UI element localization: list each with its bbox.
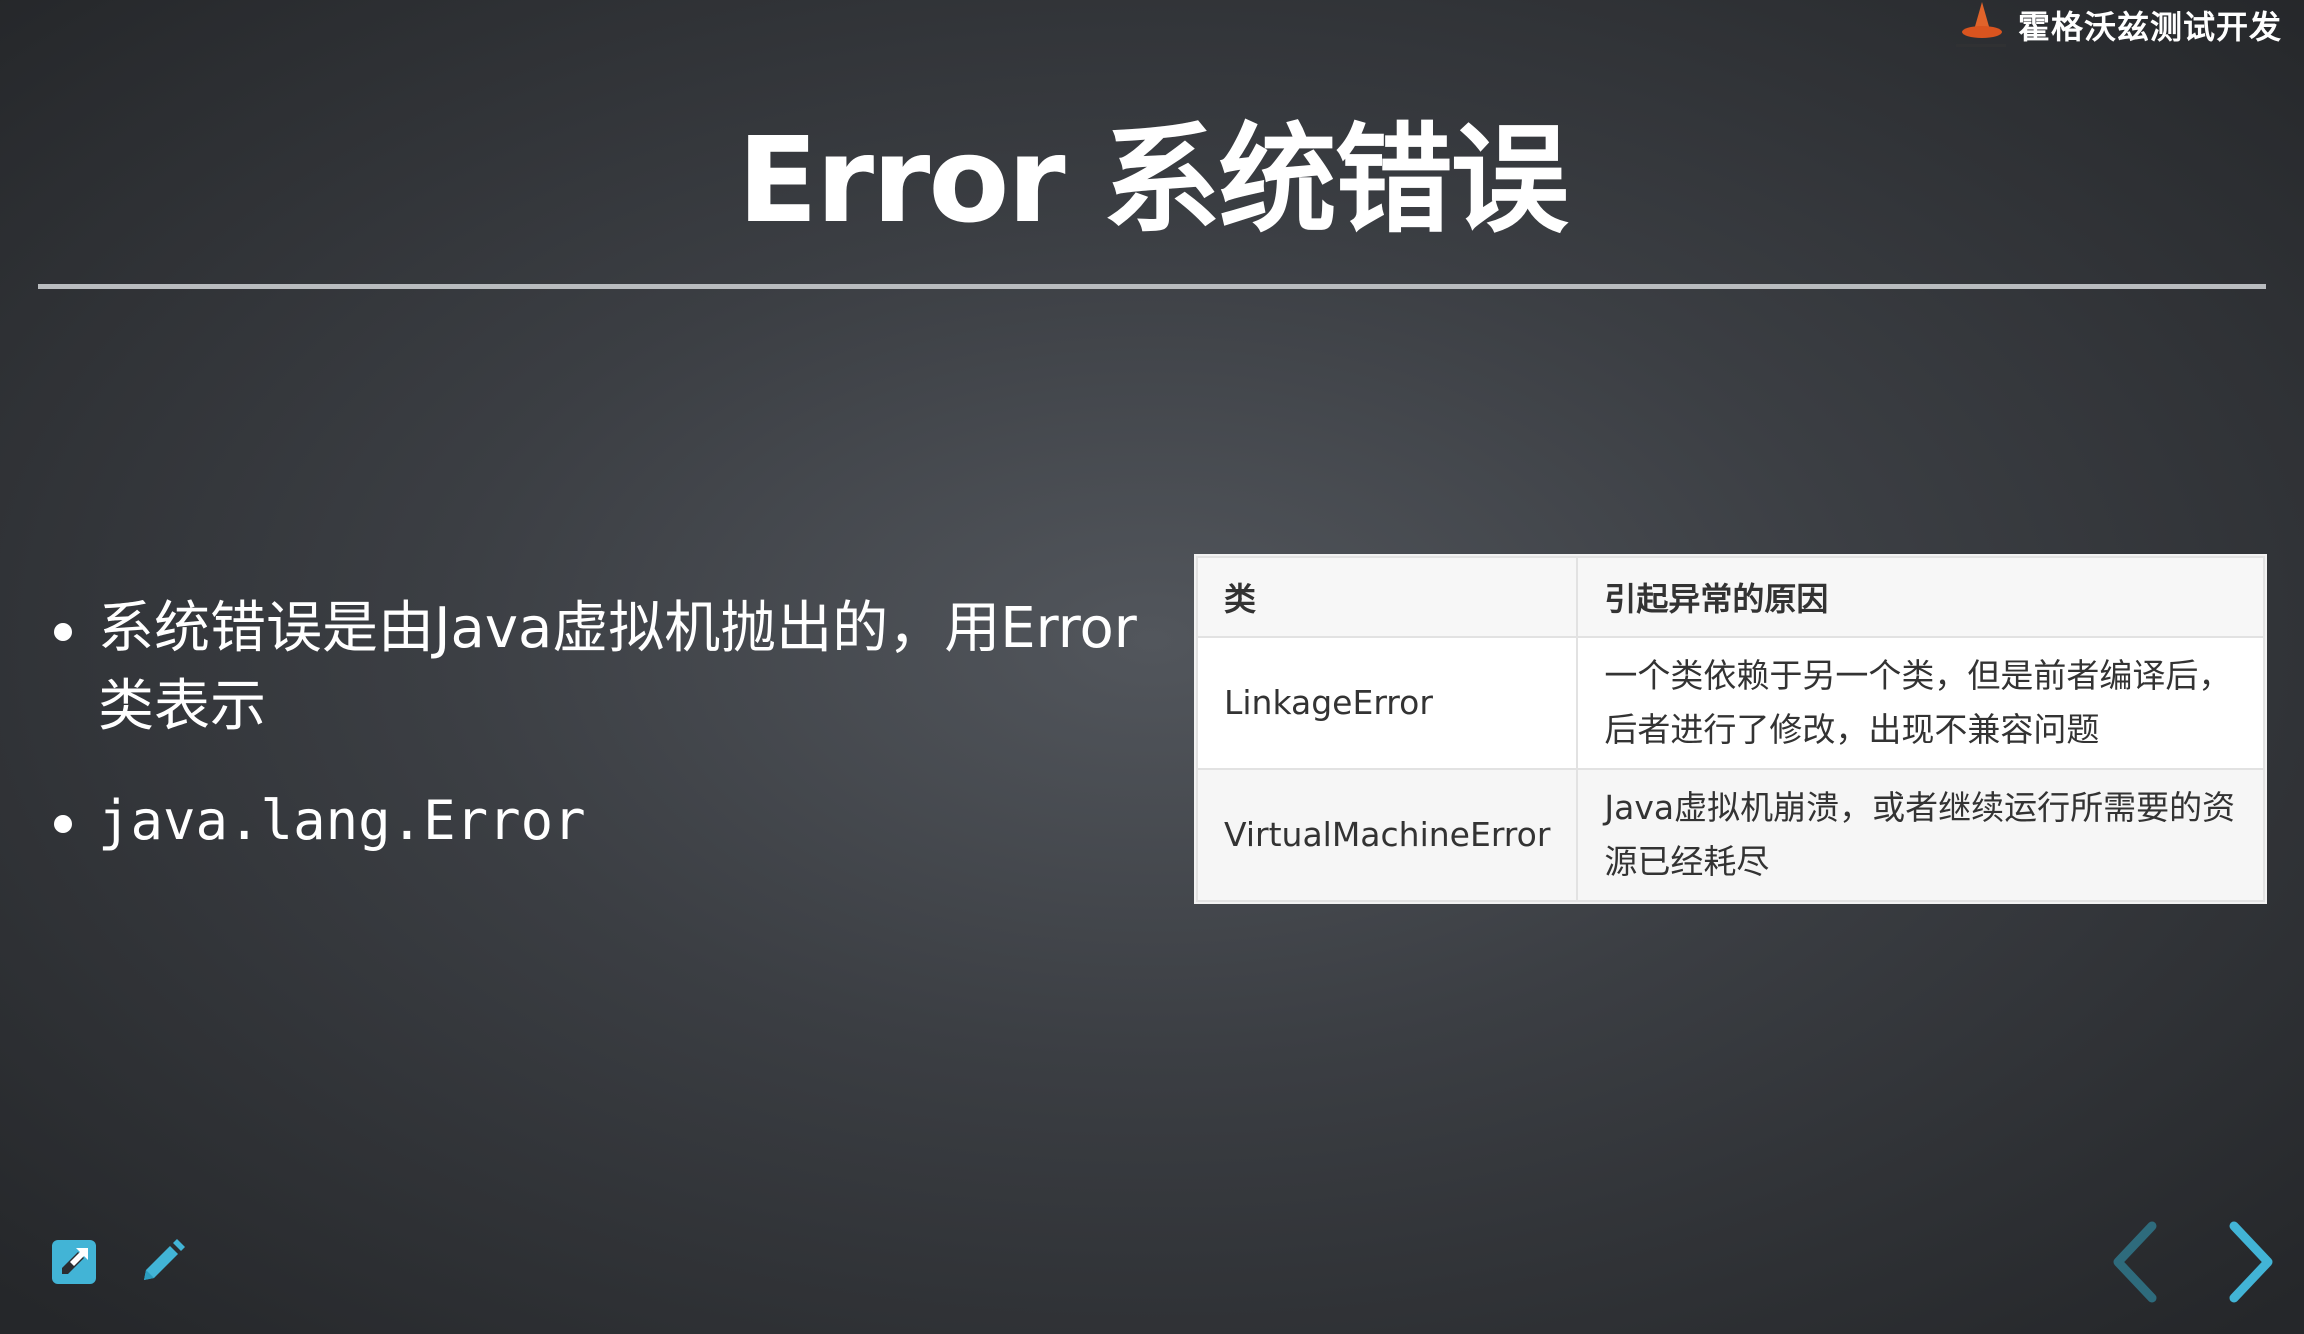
- table-cell-class: LinkageError: [1195, 636, 1579, 770]
- title-divider: [38, 284, 2266, 289]
- chevron-right-icon[interactable]: [2218, 1220, 2284, 1304]
- pencil-icon[interactable]: [136, 1236, 188, 1288]
- table-cell-reason: Java虚拟机崩溃，或者继续运行所需要的资源已经耗尽: [1576, 768, 2265, 902]
- brand-name: 霍格沃兹测试开发: [2017, 8, 2282, 46]
- external-edit-icon[interactable]: [48, 1236, 100, 1288]
- bullet-list: 系统错误是由Java虚拟机抛出的，用Error类表示 java.lang.Err…: [46, 590, 1146, 896]
- table-header-class: 类: [1195, 556, 1579, 638]
- wizard-hat-logo-icon: [1952, 0, 2008, 50]
- slide-tools: [48, 1236, 188, 1288]
- bullet-item: 系统错误是由Java虚拟机抛出的，用Error类表示: [46, 590, 1146, 746]
- error-class-table: 类 引起异常的原因 LinkageError 一个类依赖于另一个类，但是前者编译…: [1195, 556, 2265, 902]
- table-header-row: 类 引起异常的原因: [1195, 556, 2265, 638]
- table-header-reason: 引起异常的原因: [1576, 556, 2265, 638]
- table-cell-class: VirtualMachineError: [1195, 768, 1579, 902]
- table-cell-reason: 一个类依赖于另一个类，但是前者编译后，后者进行了修改，出现不兼容问题: [1576, 636, 2265, 770]
- brand: 霍格沃兹测试开发: [1952, 0, 2282, 50]
- bullet-item-code: java.lang.Error: [46, 782, 1146, 860]
- table-row: VirtualMachineError Java虚拟机崩溃，或者继续运行所需要的…: [1195, 768, 2265, 902]
- table-row: LinkageError 一个类依赖于另一个类，但是前者编译后，后者进行了修改，…: [1195, 636, 2265, 770]
- slide-navigation: [2102, 1220, 2284, 1304]
- slide-title: Error 系统错误: [737, 111, 1568, 249]
- chevron-left-icon[interactable]: [2102, 1220, 2168, 1304]
